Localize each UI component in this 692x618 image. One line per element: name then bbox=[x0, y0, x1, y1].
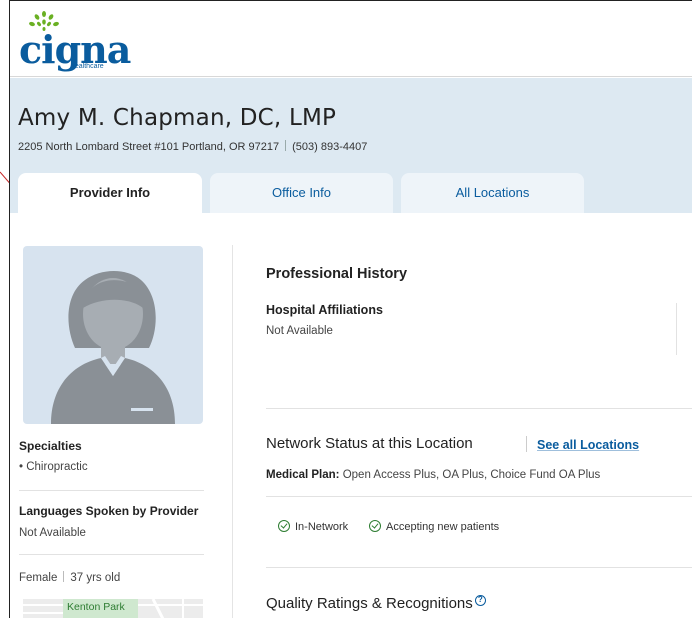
see-all-locations-link[interactable]: See all Locations bbox=[537, 438, 639, 452]
provider-avatar bbox=[23, 246, 203, 424]
network-heading: Network Status at this Location bbox=[266, 435, 473, 452]
divider bbox=[526, 436, 527, 452]
provider-phone[interactable]: (503) 893-4407 bbox=[292, 141, 367, 153]
demographics: Female 37 yrs old bbox=[19, 571, 120, 584]
site-header: cigna healthcare bbox=[10, 1, 692, 77]
medical-plan: Medical Plan: Open Access Plus, OA Plus,… bbox=[266, 469, 600, 481]
accepting-patients-status: Accepting new patients bbox=[369, 520, 499, 533]
provider-contact: 2205 North Lombard Street #101 Portland,… bbox=[18, 140, 367, 153]
divider bbox=[266, 567, 692, 568]
quality-heading: Quality Ratings & Recognitions? bbox=[266, 595, 486, 612]
quality-title: Quality Ratings & Recognitions bbox=[266, 595, 473, 612]
specialty-item: • Chiropractic bbox=[19, 461, 88, 473]
divider bbox=[266, 496, 692, 497]
plan-value: Open Access Plus, OA Plus, Choice Fund O… bbox=[342, 469, 601, 481]
divider bbox=[19, 554, 204, 555]
provider-name: Amy M. Chapman, DC, LMP bbox=[18, 105, 337, 131]
question-circle-icon[interactable]: ? bbox=[474, 595, 486, 606]
female-avatar-icon bbox=[51, 271, 175, 424]
divider bbox=[63, 571, 65, 582]
column-divider bbox=[232, 245, 233, 618]
logo-subtext: healthcare bbox=[71, 63, 104, 70]
page-frame: cigna healthcare Amy M. Chapman, DC, LMP… bbox=[9, 0, 692, 618]
gender: Female bbox=[19, 572, 58, 584]
languages-heading: Languages Spoken by Provider bbox=[19, 504, 199, 518]
map-label: Kenton Park bbox=[67, 601, 125, 613]
check-circle-icon bbox=[369, 520, 381, 532]
status-label: In-Network bbox=[295, 521, 349, 533]
specialties-heading: Specialties bbox=[19, 439, 82, 453]
status-label: Accepting new patients bbox=[386, 521, 500, 533]
cigna-logo[interactable]: cigna healthcare bbox=[19, 11, 139, 73]
hospital-value: Not Available bbox=[266, 325, 333, 337]
provider-banner: Amy M. Chapman, DC, LMP 2205 North Lomba… bbox=[10, 78, 692, 213]
age: 37 yrs old bbox=[70, 572, 121, 584]
languages-value: Not Available bbox=[19, 527, 86, 539]
history-heading: Professional History bbox=[266, 266, 408, 282]
tab-all-locations[interactable]: All Locations bbox=[401, 173, 584, 213]
divider bbox=[285, 140, 287, 151]
location-map[interactable]: Kenton Park bbox=[23, 599, 203, 618]
in-network-status: In-Network bbox=[278, 520, 348, 533]
tab-provider-info[interactable]: Provider Info bbox=[18, 173, 202, 213]
plan-label: Medical Plan: bbox=[266, 469, 340, 481]
provider-address: 2205 North Lombard Street #101 Portland,… bbox=[18, 141, 280, 153]
divider bbox=[266, 408, 692, 409]
divider bbox=[676, 303, 677, 355]
tab-office-info[interactable]: Office Info bbox=[210, 173, 393, 213]
check-circle-icon bbox=[278, 520, 290, 532]
specialty-label: Chiropractic bbox=[26, 461, 88, 473]
divider bbox=[19, 490, 204, 491]
hospital-heading: Hospital Affiliations bbox=[266, 303, 383, 317]
